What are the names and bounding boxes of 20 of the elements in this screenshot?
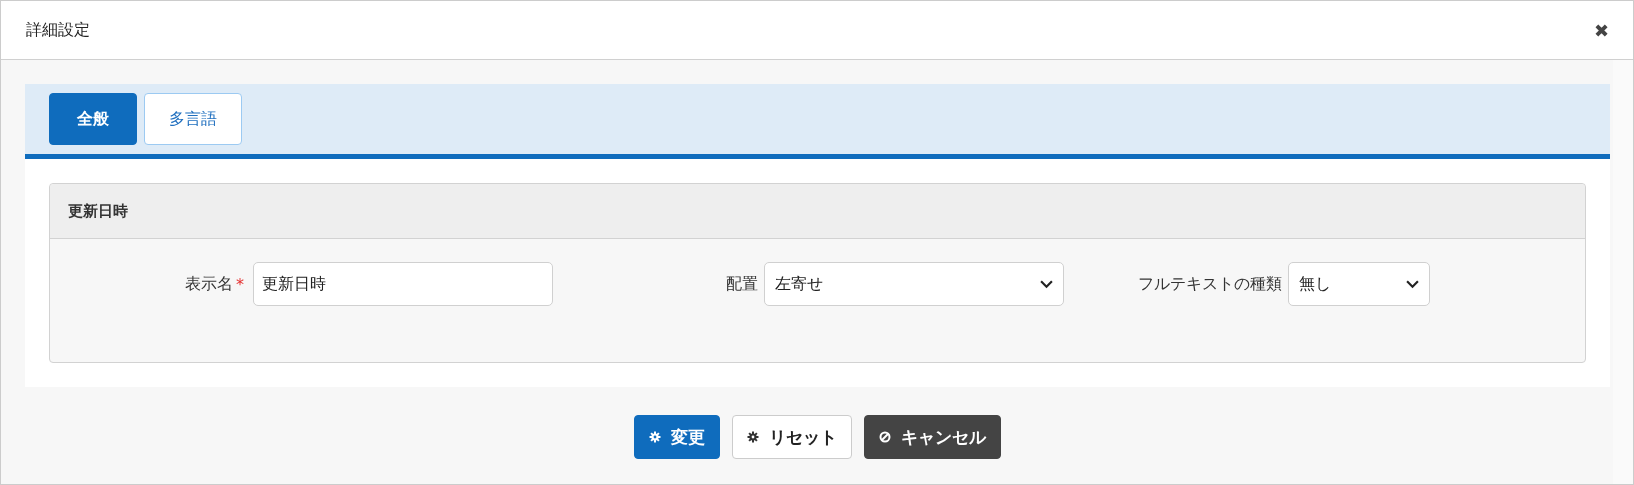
close-icon[interactable]: ✖: [1593, 19, 1609, 41]
chevron-icon: [1040, 279, 1053, 289]
gear-icon: [747, 431, 759, 443]
field-label: 表示名: [185, 273, 233, 295]
action-button[interactable]: リセット: [732, 415, 852, 459]
ban-icon: [879, 431, 891, 443]
tab[interactable]: 全般: [49, 93, 137, 145]
section-title: 更新日時: [68, 201, 128, 221]
window-title: 詳細設定: [26, 19, 90, 41]
tab[interactable]: 多言語: [144, 93, 242, 145]
dropdown[interactable]: 左寄せ: [764, 262, 1064, 306]
required-mark: *: [236, 274, 244, 294]
action-button[interactable]: キャンセル: [864, 415, 1001, 459]
action-button[interactable]: 変更: [634, 415, 720, 459]
field-label: フルテキストの種類: [1138, 273, 1282, 295]
chevron-icon: [1406, 279, 1419, 289]
field-label: 配置: [726, 273, 758, 295]
dropdown[interactable]: 無し: [1288, 262, 1430, 306]
gear-icon: [649, 431, 661, 443]
input-field[interactable]: 更新日時: [253, 262, 553, 306]
